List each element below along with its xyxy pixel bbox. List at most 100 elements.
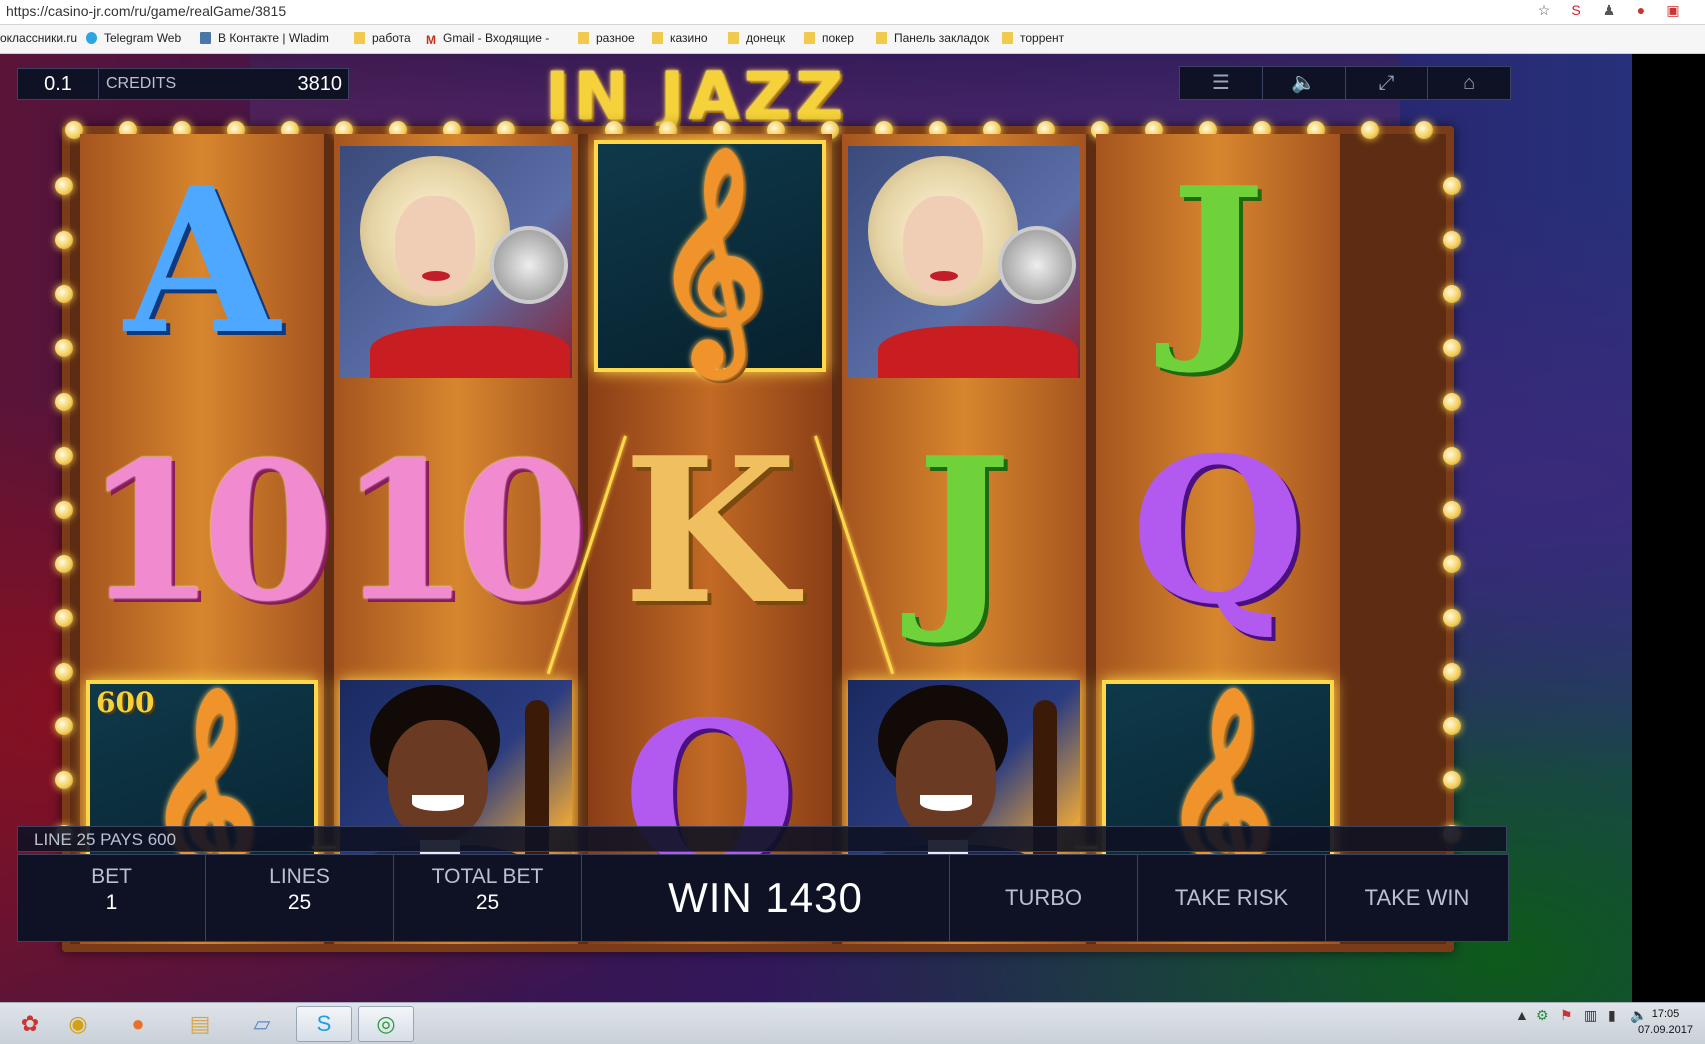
bookmark-item[interactable]: оклассники.ru (0, 31, 77, 45)
symbol-10: 10 (337, 420, 588, 643)
light-bulb (1361, 121, 1379, 139)
take-win-button[interactable]: TAKE WIN (1326, 855, 1508, 941)
bookmark-item[interactable]: донецк (728, 31, 785, 45)
webcam-icon[interactable]: ◉ (50, 1006, 106, 1042)
bookmark-item[interactable]: работа (354, 31, 411, 45)
bet-control[interactable]: BET 1 (18, 855, 206, 941)
bookmark-item[interactable]: казино (652, 31, 708, 45)
denomination-display[interactable]: 0.1 (18, 69, 99, 99)
total-bet-value: 25 (475, 891, 500, 914)
turbo-button[interactable]: TURBO (950, 855, 1138, 941)
credits-label: CREDITS (106, 75, 177, 92)
symbol-cell: K (594, 416, 826, 648)
bookmarks-bar: оклассники.ru Telegram Web В Контакте | … (0, 25, 1705, 54)
total-bet-label: TOTAL BET (431, 865, 544, 888)
symbol-j: J (1170, 144, 1266, 379)
tray-power-icon[interactable]: ▮ (1608, 1007, 1616, 1024)
microphone-icon (998, 226, 1076, 304)
symbol-cell: 10 (337, 416, 588, 648)
light-bulb (1415, 121, 1433, 139)
light-bulb (55, 609, 73, 627)
bookmark-item[interactable]: торрент (1002, 31, 1064, 45)
credits-panel: 0.1 CREDITS 3810 (17, 68, 349, 100)
win-badge: 600 (96, 686, 155, 719)
lines-label: LINES (269, 865, 330, 888)
light-bulb (55, 555, 73, 573)
extension-box-icon[interactable]: ▣ (1664, 2, 1682, 20)
bookmark-item[interactable]: Telegram Web (86, 31, 181, 45)
symbol-10: 10 (83, 420, 334, 643)
top-buttons: ☰ 🔈 ⤢ ⌂ (1179, 66, 1511, 100)
bookmark-item[interactable]: M Gmail - Входящие - (426, 31, 549, 47)
folder-icon (876, 32, 887, 44)
light-bulb (55, 501, 73, 519)
lines-value: 25 (287, 891, 312, 914)
bookmark-item[interactable]: В Контакте | Wladim (200, 31, 329, 45)
singer-portrait (340, 146, 572, 378)
symbol-cell: 10 (83, 416, 334, 648)
folder-icon (1002, 32, 1013, 44)
star-icon[interactable]: ☆ (1535, 2, 1553, 20)
firefox-icon[interactable]: ● (110, 1006, 166, 1042)
system-clock[interactable]: 17:05 07.09.2017 (1638, 1006, 1693, 1038)
url-text[interactable]: https://casino-jr.com/ru/game/realGame/3… (6, 3, 286, 19)
symbol-cell (848, 146, 1080, 378)
tray-arrow-icon[interactable]: ▲ (1515, 1007, 1529, 1023)
light-bulb (1443, 393, 1461, 411)
chrome-icon[interactable]: ◎ (358, 1006, 414, 1042)
telegram-icon (86, 32, 97, 44)
address-bar[interactable]: https://casino-jr.com/ru/game/realGame/3… (0, 0, 1705, 25)
tray-network-icon[interactable]: ▥ (1584, 1007, 1597, 1024)
symbol-cell (340, 146, 572, 378)
clock-time: 17:05 (1651, 1008, 1680, 1020)
notepad-icon[interactable]: ▱ (234, 1006, 290, 1042)
light-bulb (55, 447, 73, 465)
folder-icon (728, 32, 739, 44)
folder-icon (354, 32, 365, 44)
light-bulb (1443, 555, 1461, 573)
menu-icon[interactable]: ☰ (1180, 67, 1263, 99)
lines-control[interactable]: LINES 25 (206, 855, 394, 941)
total-bet-display: TOTAL BET 25 (394, 855, 582, 941)
folder-icon (804, 32, 815, 44)
light-bulb (55, 285, 73, 303)
win-display: WIN 1430 (582, 855, 950, 941)
treble-clef-icon: 𝄞 (653, 144, 767, 367)
sound-icon[interactable]: 🔈 (1263, 67, 1346, 99)
extension-person-icon[interactable]: ♟ (1600, 2, 1618, 20)
light-bulb (1443, 771, 1461, 789)
light-bulb (1443, 501, 1461, 519)
bet-label: BET (91, 865, 132, 888)
vk-icon (200, 32, 211, 44)
light-bulb (1443, 447, 1461, 465)
light-bulb (1443, 231, 1461, 249)
light-bulb (1443, 717, 1461, 735)
take-risk-button[interactable]: TAKE RISK (1138, 855, 1326, 941)
reel-3: 𝄞 K Q (588, 134, 832, 944)
bookmark-item[interactable]: покер (804, 31, 854, 45)
home-icon[interactable]: ⌂ (1428, 67, 1510, 99)
light-bulb (55, 339, 73, 357)
skype-icon[interactable]: S (296, 1006, 352, 1042)
bookmark-item[interactable]: Панель закладок (876, 31, 989, 45)
fullscreen-icon[interactable]: ⤢ (1346, 67, 1429, 99)
bet-value: 1 (105, 891, 118, 914)
tray-flag-icon[interactable]: ⚑ (1560, 1007, 1573, 1024)
extension-record-icon[interactable]: ● (1632, 2, 1650, 20)
clock-date: 07.09.2017 (1637, 1024, 1693, 1036)
taskbar: ✿ ◉ ● ▤ ▱ S ◎ ▲ ⚙ ⚑ ▥ ▮ 🔈 17:05 07.09.20… (0, 1002, 1705, 1044)
reel-5: J Q 𝄞 (1096, 134, 1340, 944)
light-bulb (55, 717, 73, 735)
reel-1: A 10 600 𝄞 (80, 134, 334, 944)
light-bulb (55, 771, 73, 789)
bookmark-item[interactable]: разное (578, 31, 635, 45)
explorer-icon[interactable]: ▤ (172, 1006, 228, 1042)
tray-app-icon[interactable]: ⚙ (1536, 1007, 1549, 1024)
control-bar: BET 1 LINES 25 TOTAL BET 25 WIN 1430 TUR… (17, 854, 1509, 942)
symbol-a: A (124, 144, 280, 379)
reel-2: 10 (334, 134, 588, 944)
light-bulb (55, 663, 73, 681)
game-logo: IN JAZZ (545, 58, 848, 135)
light-bulb (1443, 609, 1461, 627)
extension-se-icon[interactable]: S (1567, 2, 1585, 20)
